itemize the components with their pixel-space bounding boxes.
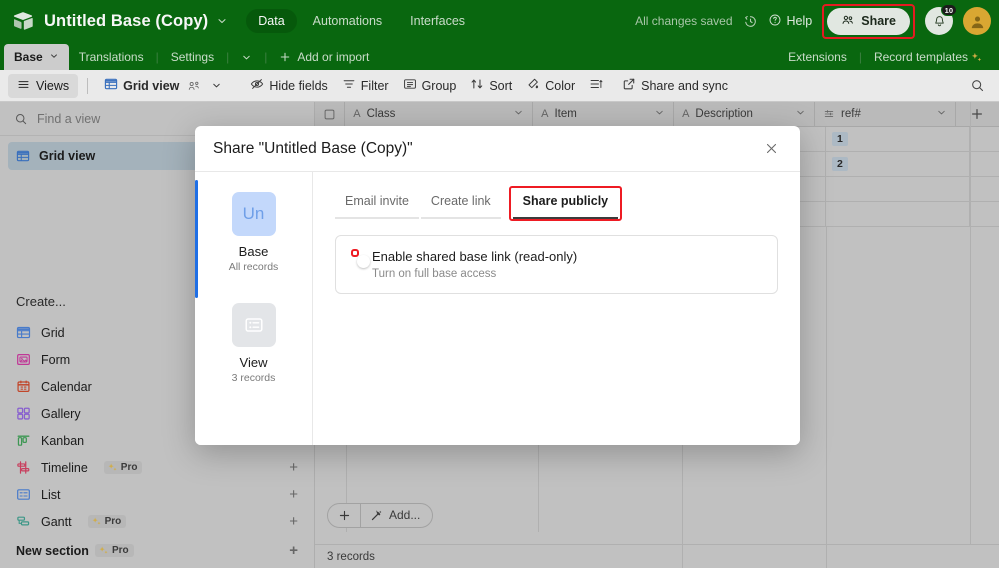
share-modal-header: Share "Untitled Base (Copy)"	[195, 126, 800, 172]
share-target-view[interactable]: View 3 records	[195, 297, 312, 386]
shared-base-link-subtitle: Turn on full base access	[372, 268, 497, 280]
share-modal: Share "Untitled Base (Copy)" Un Base All…	[195, 126, 800, 445]
close-icon[interactable]	[760, 138, 782, 160]
app-root: Untitled Base (Copy) Data Automations In…	[0, 0, 999, 568]
share-modal-title: Share "Untitled Base (Copy)"	[213, 139, 413, 157]
tab-email-invite[interactable]: Email invite	[335, 188, 419, 219]
shared-base-link-text-group: Enable shared base link (read-only) Turn…	[372, 249, 577, 280]
base-thumb-icon: Un	[231, 192, 276, 236]
tab-share-publicly-highlight: Share publicly	[508, 186, 623, 221]
shared-base-link-toggle-highlight	[351, 249, 370, 268]
tab-share-publicly[interactable]: Share publicly	[512, 188, 619, 219]
selected-entry-accent-bar	[195, 180, 198, 298]
share-target-name: View	[239, 355, 268, 370]
share-target-name: Base	[238, 244, 269, 259]
share-target-sub: All records	[228, 261, 279, 273]
shared-base-link-card: Enable shared base link (read-only) Turn…	[335, 235, 778, 294]
share-modal-main: Email invite Create link Share publicly …	[313, 172, 800, 445]
share-target-base[interactable]: Un Base All records	[195, 186, 312, 275]
share-modal-body: Un Base All records View 3 records Email…	[195, 172, 800, 445]
shared-base-link-title: Enable shared base link (read-only)	[372, 249, 578, 264]
share-modal-sidebar: Un Base All records View 3 records	[195, 172, 313, 445]
toggle-knob	[357, 255, 370, 268]
share-target-sub: 3 records	[231, 372, 276, 384]
list-view-thumb-icon	[231, 303, 276, 347]
tab-create-link[interactable]: Create link	[420, 188, 501, 219]
share-modal-tabs: Email invite Create link Share publicly	[335, 186, 778, 221]
